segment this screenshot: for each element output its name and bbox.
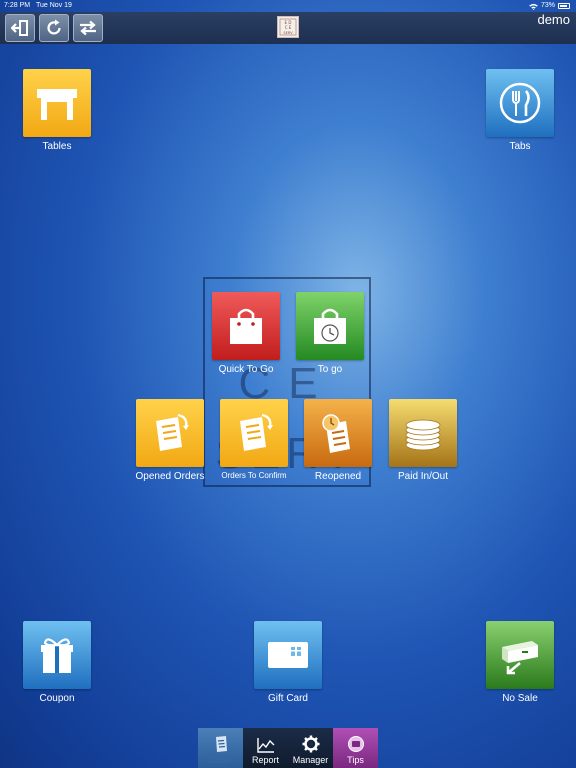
- svg-text:C E: C E: [285, 25, 292, 30]
- tab-tips[interactable]: Tips: [333, 728, 378, 768]
- orders-to-confirm-tile[interactable]: Orders To Confirm: [220, 399, 288, 480]
- battery-icon: [558, 3, 570, 9]
- shopping-bag-clock-icon: [314, 308, 346, 344]
- coupon-label: Coupon: [39, 693, 75, 704]
- no-sale-label: No Sale: [502, 693, 538, 704]
- order-icon: [215, 736, 227, 752]
- tab-report[interactable]: Report: [243, 728, 288, 768]
- app-logo: E DC E SERV: [277, 16, 299, 38]
- tab-tips-label: Tips: [347, 755, 364, 765]
- svg-text:SERV: SERV: [283, 31, 293, 35]
- tabs-tile[interactable]: Tabs: [486, 69, 554, 152]
- ceserv-logo-icon: E DC ESERV: [279, 18, 297, 36]
- tables-tile[interactable]: Tables: [23, 69, 91, 152]
- tab-order[interactable]: Order: [198, 728, 243, 768]
- quick-to-go-tile[interactable]: Quick To Go: [212, 292, 280, 375]
- transfer-button[interactable]: [73, 14, 103, 42]
- gift-icon: [41, 638, 73, 673]
- logout-icon: [11, 20, 28, 36]
- tab-manager[interactable]: Manager: [288, 728, 333, 768]
- user-name: demo: [537, 12, 570, 27]
- status-bar: 7:28 PM Tue Nov 19 73%: [0, 0, 576, 12]
- status-time: 7:28 PM: [4, 2, 31, 9]
- refresh-icon: [47, 19, 61, 35]
- gift-card-icon: [268, 642, 308, 668]
- orders-to-confirm-tile-box[interactable]: [220, 399, 288, 467]
- gift-card-tile[interactable]: Gift Card: [254, 621, 322, 704]
- quick-to-go-tile-box[interactable]: [212, 292, 280, 360]
- transfer-icon: [80, 20, 96, 36]
- to-go-label: To go: [317, 364, 343, 375]
- reopened-tile[interactable]: Reopened: [304, 399, 372, 482]
- logout-button[interactable]: [5, 14, 35, 42]
- paid-in-out-label: Paid In/Out: [397, 471, 449, 482]
- to-go-tile-box[interactable]: [296, 292, 364, 360]
- reopened-order-icon: [322, 414, 350, 453]
- opened-orders-tile-box[interactable]: [136, 399, 204, 467]
- gear-icon: [302, 735, 319, 753]
- tips-coin-icon: [347, 736, 364, 752]
- order-list-icon: [240, 413, 273, 451]
- tabs-label: Tabs: [509, 141, 531, 152]
- tabs-tile-box[interactable]: [486, 69, 554, 137]
- battery-percent: 73%: [540, 2, 555, 9]
- table-icon: [37, 89, 77, 120]
- dining-icon: [499, 82, 541, 124]
- order-list-icon: [156, 413, 189, 451]
- coupon-tile-box[interactable]: [23, 621, 91, 689]
- refresh-button[interactable]: [39, 14, 69, 42]
- tab-report-label: Report: [251, 755, 279, 765]
- bottom-tab-bar: Order Report Manager Tips: [198, 728, 378, 768]
- opened-orders-tile[interactable]: Opened Orders: [136, 399, 204, 482]
- gift-card-label: Gift Card: [267, 693, 308, 704]
- coupon-tile[interactable]: Coupon: [23, 621, 91, 704]
- shopping-bag-icon: [230, 308, 262, 344]
- cash-drawer-icon: [502, 641, 538, 675]
- wifi-icon: [529, 3, 538, 10]
- no-sale-tile-box[interactable]: [486, 621, 554, 689]
- status-right: 73%: [529, 0, 570, 12]
- coin-stack-icon: [405, 419, 441, 451]
- no-sale-tile[interactable]: No Sale: [486, 621, 554, 704]
- paid-in-out-tile[interactable]: Paid In/Out: [389, 399, 457, 482]
- top-toolbar: E DC E SERV demo: [0, 12, 576, 44]
- paid-in-out-tile-box[interactable]: [389, 399, 457, 467]
- tables-label: Tables: [42, 141, 72, 152]
- tables-tile-box[interactable]: [23, 69, 91, 137]
- status-date: Tue Nov 19: [36, 2, 72, 9]
- tab-manager-label: Manager: [292, 755, 329, 765]
- gift-card-tile-box[interactable]: [254, 621, 322, 689]
- chart-icon: [256, 738, 274, 753]
- to-go-tile[interactable]: To go: [296, 292, 364, 375]
- reopened-tile-box[interactable]: [304, 399, 372, 467]
- tab-order-label: Order: [208, 755, 232, 765]
